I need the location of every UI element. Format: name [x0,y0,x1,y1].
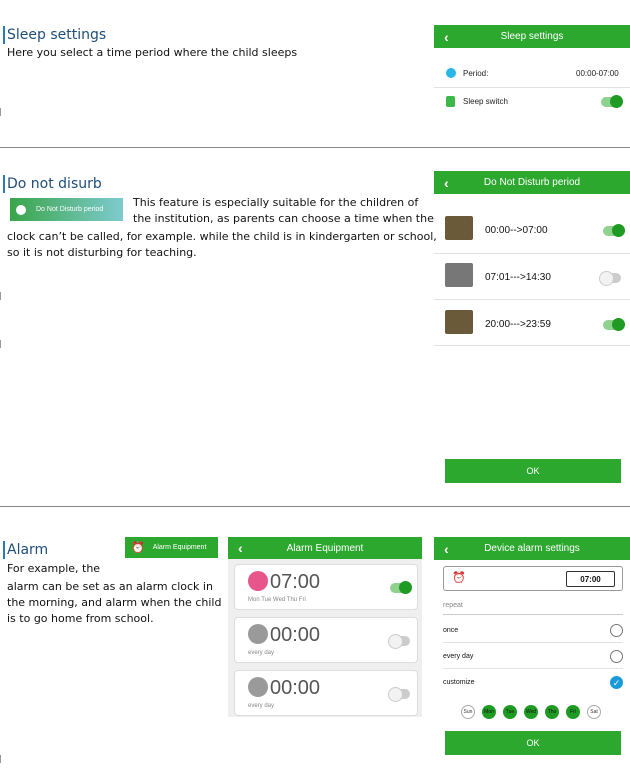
alarm-clock-icon [248,571,268,591]
dnd-description-line: clock can’t be called, for example. whil… [7,230,437,243]
alarm-clock-icon [248,624,268,644]
sleep-period-value[interactable]: 00:00-07:00 [576,69,619,78]
dnd-badge-label: Do Not Disturb period [36,206,104,213]
divider [434,299,630,300]
day-fri[interactable]: Fri [566,705,580,719]
dnd-row-range: 20:00--->23:59 [485,319,551,330]
back-icon[interactable]: ‹ [238,540,243,556]
dnd-phone-header: ‹ Do Not Disturb period [434,171,630,194]
dnd-description-line: This feature is especially suitable for … [133,196,419,209]
alarm-ok-button[interactable]: OK [445,731,621,755]
teacher-icon [445,263,473,287]
alarm-toggle[interactable] [388,687,410,702]
day-sat[interactable]: Sat [587,705,601,719]
teacher-icon [445,310,473,334]
dnd-phone-title: Do Not Disturb period [483,177,581,188]
alarm-repeat: Mon Tue Wed Thu Fri [248,597,306,603]
dnd-description-line: the institution, as parents can choose a… [133,212,434,225]
alarm-description-line: alarm can be set as an alarm clock in [7,580,213,593]
alarm-badge-label: Alarm Equipment [152,544,207,551]
alarm-badge: ⏰ Alarm Equipment [125,537,218,558]
alarm-description-line: For example, the [7,562,101,575]
alarm-time: 00:00 [270,624,321,646]
clock-icon [446,68,456,78]
alarm-clock-icon [248,677,268,697]
day-mon[interactable]: Mon [482,705,496,719]
day-sun[interactable]: Sun [461,705,475,719]
alarm-clock-icon: ⏰ [131,542,145,554]
alarm-time: 07:00 [270,571,321,593]
alarm-time-input[interactable]: 07:00 [566,571,615,587]
repeat-option-every-day[interactable]: every day [443,653,473,660]
margin-tick [0,108,1,116]
repeat-label: repeat [443,602,463,609]
sleep-description: Here you select a time period where the … [7,46,298,59]
margin-tick [0,292,1,300]
sleep-section-title: Sleep settings [7,27,107,43]
alarm-clock-icon: ⏰ [452,572,466,584]
divider [434,345,630,346]
alarm-repeat: every day [248,703,275,709]
teacher-icon [445,216,473,240]
back-icon[interactable]: ‹ [444,29,449,45]
alarm-section-title: Alarm [7,542,49,558]
day-tue[interactable]: Tue [503,705,517,719]
sleep-phone-header: ‹ Sleep settings [434,25,630,48]
repeat-option-once[interactable]: once [443,627,458,634]
dnd-ok-button[interactable]: OK [445,459,621,483]
dnd-row-toggle[interactable] [599,271,621,286]
sleep-switch-label: Sleep switch [463,97,508,106]
radio-customize[interactable]: ✓ [610,676,623,689]
divider [434,253,630,254]
sleep-period-label: Period: [463,69,489,78]
dnd-section-title: Do not disurb [7,176,102,192]
sleep-phone-title: Sleep settings [500,31,564,42]
day-thu[interactable]: Thu [545,705,559,719]
section-divider [0,506,630,507]
dnd-description-line: so it is not disturbing for teaching. [7,246,197,259]
section-accent-bar [3,541,5,559]
dnd-badge: Do Not Disturb period [10,198,123,221]
sleep-switch-toggle[interactable] [601,95,623,108]
radio-every-day[interactable] [610,650,623,663]
repeat-option-customize[interactable]: customize [443,679,475,686]
alarm-toggle[interactable] [390,581,412,594]
alarm-settings-title: Device alarm settings [484,543,580,554]
margin-tick [0,755,1,763]
divider [443,642,623,643]
alarm-repeat: every day [248,650,275,656]
divider [434,87,630,88]
alarm-toggle[interactable] [388,634,410,649]
section-accent-bar [3,26,5,44]
alarm-equipment-title: Alarm Equipment [286,542,364,554]
back-icon[interactable]: ‹ [444,175,449,191]
day-wed[interactable]: Wed [524,705,538,719]
person-icon [16,204,26,215]
dnd-row-toggle[interactable] [603,318,625,331]
margin-tick [0,340,1,348]
alarm-settings-header: ‹ Device alarm settings [434,537,630,560]
divider [443,668,623,669]
switch-icon [446,96,455,107]
alarm-time: 00:00 [270,677,321,699]
dnd-row-range: 00:00-->07:00 [485,225,548,236]
divider [443,614,623,615]
radio-once[interactable] [610,624,623,637]
section-accent-bar [3,175,5,193]
alarm-description-line: is to go home from school. [7,612,154,625]
section-divider [0,147,630,148]
dnd-row-toggle[interactable] [603,224,625,237]
alarm-equipment-header: ‹ Alarm Equipment [228,537,422,559]
dnd-row-range: 07:01--->14:30 [485,272,551,283]
alarm-description-line: the morning, and alarm when the child [7,596,222,609]
back-icon[interactable]: ‹ [444,541,449,557]
